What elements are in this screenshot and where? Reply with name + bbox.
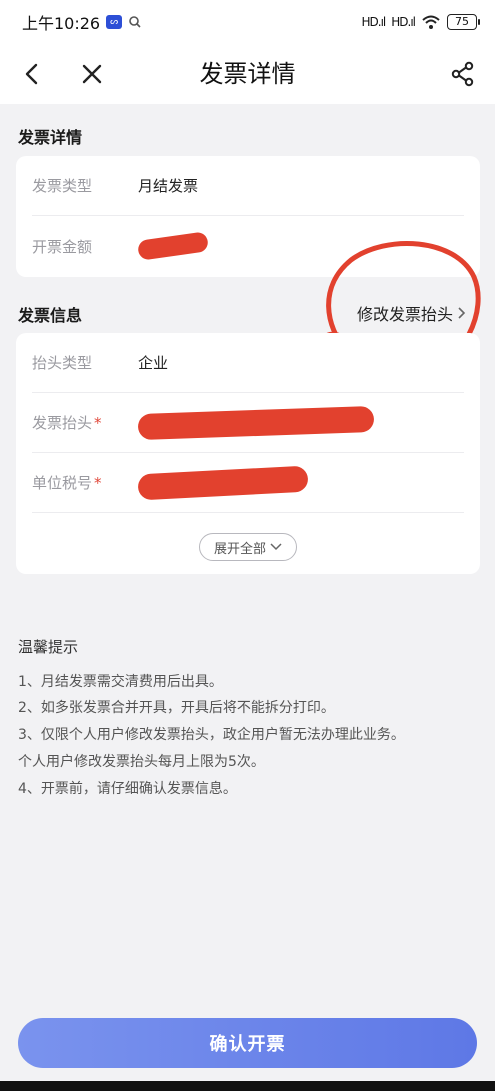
bottom-bar (0, 1081, 495, 1091)
chevron-left-icon (25, 63, 38, 85)
signal-icon-2: HD.ıl (391, 15, 416, 29)
invoice-info-section-title: 发票信息 (18, 306, 83, 325)
close-button[interactable] (74, 56, 110, 92)
invoice-details-section-title: 发票详情 (18, 128, 83, 147)
battery-icon: 75 (447, 14, 480, 30)
wifi-icon (422, 15, 440, 29)
required-mark: * (94, 474, 102, 492)
required-mark: * (94, 414, 102, 432)
redacted-tax-id (137, 465, 309, 500)
tax-id-label: 单位税号 * (32, 474, 102, 492)
share-icon (451, 61, 474, 87)
tips-title: 温馨提示 (18, 638, 79, 656)
tip-line: 1、月结发票需交清费用后出具。 (18, 674, 223, 690)
tax-id-row: 单位税号 * (32, 453, 464, 513)
invoice-type-value: 月结发票 (138, 177, 199, 195)
header-type-label: 抬头类型 (32, 354, 93, 372)
share-button[interactable] (445, 56, 481, 92)
chevron-down-icon (270, 543, 282, 551)
tip-line: 2、如多张发票合并开具，开具后将不能拆分打印。 (18, 700, 335, 716)
back-button[interactable] (14, 56, 50, 92)
app-notification-icon: ᔕ (106, 15, 123, 29)
navigation-bar: 发票详情 (0, 44, 495, 104)
status-bar: 上午10:26 ᔕ HD.ıl HD.ıl 75 (0, 0, 495, 44)
redacted-invoice-header (137, 405, 375, 440)
confirm-invoice-button[interactable]: 确认开票 (18, 1018, 477, 1068)
loading-icon (129, 16, 141, 28)
tip-line: 个人用户修改发票抬头每月上限为5次。 (18, 754, 265, 770)
signal-icon: HD.ıl (361, 15, 387, 29)
invoice-amount-label: 开票金额 (32, 237, 93, 256)
tip-line: 4、开票前，请仔细确认发票信息。 (18, 781, 237, 797)
expand-all-button[interactable]: 展开全部 (199, 533, 297, 561)
invoice-header-label: 发票抬头 * (32, 414, 102, 432)
tip-line: 3、仅限个人用户修改发票抬头，政企用户暂无法办理此业务。 (18, 727, 405, 743)
status-time: 上午10:26 (22, 14, 101, 33)
invoice-header-row: 发票抬头 * (32, 393, 464, 453)
header-type-value: 企业 (138, 354, 169, 372)
expand-all-label: 展开全部 (213, 541, 266, 557)
close-icon (82, 64, 102, 84)
invoice-type-row: 发票类型 月结发票 (32, 156, 464, 216)
invoice-type-label: 发票类型 (32, 177, 93, 195)
header-type-row: 抬头类型 企业 (32, 333, 464, 393)
redacted-amount (136, 231, 210, 261)
